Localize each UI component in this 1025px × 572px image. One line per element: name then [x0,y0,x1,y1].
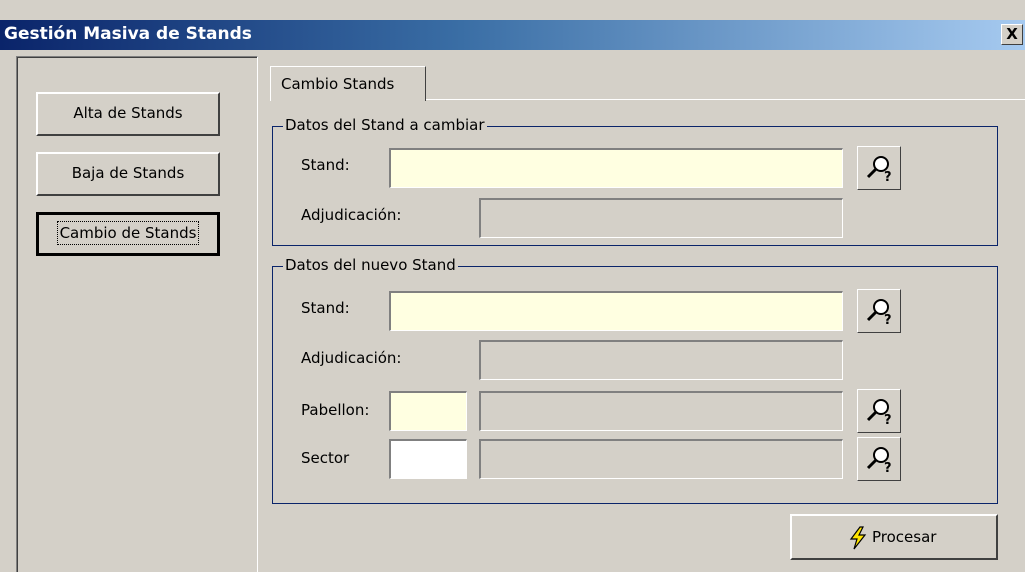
procesar-label: Procesar [872,528,937,546]
pabellon-label: Pabellon: [301,401,370,419]
procesar-button[interactable]: Procesar [790,514,998,560]
pabellon-description-field [479,391,843,431]
current-stand-group: Datos del Stand a cambiar Stand: ? Adjud… [272,116,998,246]
current-adjudicacion-field [479,198,843,238]
baja-stands-label: Baja de Stands [71,164,185,182]
tab-cambio-stands-label: Cambio Stands [281,75,395,93]
sector-search-button[interactable]: ? [857,437,901,481]
current-stand-legend: Datos del Stand a cambiar [283,116,487,134]
pabellon-search-button[interactable]: ? [857,389,901,433]
sector-label: Sector [301,449,350,467]
svg-text:?: ? [884,461,892,474]
close-button[interactable]: X [1001,24,1023,45]
new-stand-label: Stand: [301,299,350,317]
alta-stands-button[interactable]: Alta de Stands [36,92,220,136]
tab-strip-divider [426,99,1025,100]
svg-text:?: ? [884,413,892,426]
dialog-window: Gestión Masiva de Stands X Alta de Stand… [0,0,1025,572]
cambio-stands-button[interactable]: Cambio de Stands [36,212,220,256]
sidebar: Alta de Stands Baja de Stands Cambio de … [16,56,258,572]
new-stand-group: Datos del nuevo Stand Stand: ? Adjudicac… [272,256,998,504]
new-stand-search-button[interactable]: ? [857,289,901,333]
current-stand-input[interactable] [389,148,843,188]
magnifier-question-icon: ? [866,299,892,326]
new-stand-input[interactable] [389,291,843,331]
current-stand-label: Stand: [301,156,350,174]
tab-cambio-stands[interactable]: Cambio Stands [270,66,426,101]
close-icon: X [1006,25,1018,43]
cambio-stands-label: Cambio de Stands [56,221,200,245]
magnifier-question-icon: ? [866,399,892,426]
pabellon-code-input[interactable] [389,391,467,431]
magnifier-question-icon: ? [866,447,892,474]
window-title: Gestión Masiva de Stands [4,24,252,44]
alta-stands-label: Alta de Stands [73,104,183,122]
current-stand-search-button[interactable]: ? [857,146,901,190]
svg-text:?: ? [884,313,892,326]
magnifier-question-icon: ? [866,156,892,183]
new-adjudicacion-field [479,340,843,380]
main-panel: Cambio Stands Datos del Stand a cambiar … [258,56,1025,572]
sector-description-field [479,439,843,479]
svg-text:?: ? [884,170,892,183]
baja-stands-button[interactable]: Baja de Stands [36,152,220,196]
title-bar: Gestión Masiva de Stands X [0,20,1025,50]
new-adjudicacion-label: Adjudicación: [301,349,402,367]
sector-code-input[interactable] [389,439,467,479]
current-adjudicacion-label: Adjudicación: [301,206,402,224]
new-stand-legend: Datos del nuevo Stand [283,256,458,274]
lightning-icon [849,526,867,550]
